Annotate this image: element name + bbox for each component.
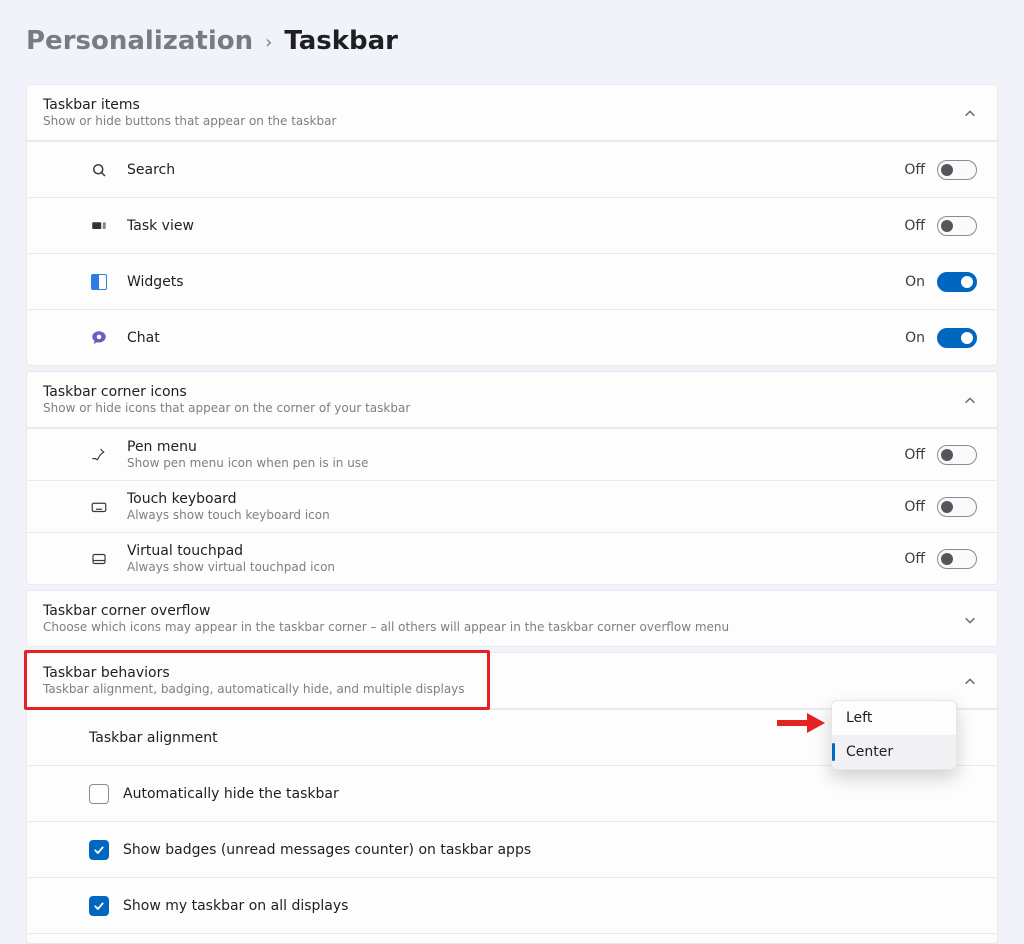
alignment-option-center[interactable]: Center [832, 735, 956, 769]
row-label: Pen menu [127, 439, 904, 455]
breadcrumb-parent[interactable]: Personalization [26, 26, 253, 56]
row-label: Chat [127, 330, 905, 346]
section-subtitle: Taskbar alignment, badging, automaticall… [43, 682, 465, 696]
chevron-up-icon[interactable] [963, 393, 977, 407]
row-label: Virtual touchpad [127, 543, 904, 559]
row-label: Automatically hide the taskbar [123, 786, 977, 802]
checkbox-auto-hide[interactable] [89, 784, 109, 804]
section-title: Taskbar corner icons [43, 384, 410, 400]
section-corner-overflow: Taskbar corner overflow Choose which ico… [26, 590, 998, 647]
row-pen-menu: Pen menu Show pen menu icon when pen is … [27, 428, 997, 480]
row-widgets: Widgets On [27, 253, 997, 309]
row-task-view: Task view Off [27, 197, 997, 253]
toggle-chat[interactable] [937, 328, 977, 348]
touchpad-icon [89, 550, 109, 568]
row-sublabel: Always show touch keyboard icon [127, 508, 904, 522]
section-title: Taskbar behaviors [43, 665, 465, 681]
row-show-badges[interactable]: Show badges (unread messages counter) on… [27, 821, 997, 877]
pen-icon [89, 446, 109, 464]
row-label: Touch keyboard [127, 491, 904, 507]
breadcrumb: Personalization › Taskbar [26, 26, 998, 56]
toggle-touch-keyboard[interactable] [937, 497, 977, 517]
toggle-state-text: On [905, 330, 925, 346]
row-label: Widgets [127, 274, 905, 290]
row-sublabel: Show pen menu icon when pen is in use [127, 456, 904, 470]
keyboard-icon [89, 498, 109, 516]
toggle-state-text: Off [904, 162, 925, 178]
checkbox-show-badges[interactable] [89, 840, 109, 860]
section-title: Taskbar corner overflow [43, 603, 729, 619]
chat-icon [89, 329, 109, 347]
row-chat: Chat On [27, 309, 997, 365]
toggle-virtual-touchpad[interactable] [937, 549, 977, 569]
section-corner-icons: Taskbar corner icons Show or hide icons … [26, 371, 998, 585]
page-title: Taskbar [284, 26, 398, 56]
toggle-pen-menu[interactable] [937, 445, 977, 465]
toggle-search[interactable] [937, 160, 977, 180]
section-subtitle: Show or hide icons that appear on the co… [43, 401, 410, 415]
chevron-down-icon[interactable] [963, 612, 977, 626]
toggle-state-text: Off [904, 447, 925, 463]
section-subtitle: Choose which icons may appear in the tas… [43, 620, 729, 634]
row-label: Show badges (unread messages counter) on… [123, 842, 977, 858]
alignment-option-left[interactable]: Left [832, 701, 956, 735]
row-label: Show my taskbar on all displays [123, 898, 977, 914]
toggle-state-text: On [905, 274, 925, 290]
row-search: Search Off [27, 141, 997, 197]
section-subtitle: Show or hide buttons that appear on the … [43, 114, 336, 128]
toggle-widgets[interactable] [937, 272, 977, 292]
toggle-state-text: Off [904, 551, 925, 567]
section-header-items[interactable]: Taskbar items Show or hide buttons that … [27, 85, 997, 141]
toggle-state-text: Off [904, 218, 925, 234]
row-virtual-touchpad: Virtual touchpad Always show virtual tou… [27, 532, 997, 584]
section-taskbar-behaviors: Taskbar behaviors Taskbar alignment, bad… [26, 652, 998, 944]
chevron-right-icon: › [265, 32, 272, 53]
toggle-state-text: Off [904, 499, 925, 515]
chevron-up-icon[interactable] [963, 674, 977, 688]
section-taskbar-items: Taskbar items Show or hide buttons that … [26, 84, 998, 366]
section-header-overflow[interactable]: Taskbar corner overflow Choose which ico… [27, 591, 997, 646]
row-auto-hide[interactable]: Automatically hide the taskbar [27, 765, 997, 821]
section-header-corner-icons[interactable]: Taskbar corner icons Show or hide icons … [27, 372, 997, 428]
row-cutoff [27, 933, 997, 943]
row-label: Search [127, 162, 904, 178]
row-sublabel: Always show virtual touchpad icon [127, 560, 904, 574]
chevron-up-icon[interactable] [963, 106, 977, 120]
row-all-displays[interactable]: Show my taskbar on all displays [27, 877, 997, 933]
row-touch-keyboard: Touch keyboard Always show touch keyboar… [27, 480, 997, 532]
row-label: Task view [127, 218, 904, 234]
widgets-icon [89, 274, 109, 290]
alignment-dropdown[interactable]: Left Center [831, 700, 957, 770]
toggle-task-view[interactable] [937, 216, 977, 236]
section-title: Taskbar items [43, 97, 336, 113]
search-icon [89, 161, 109, 179]
checkbox-all-displays[interactable] [89, 896, 109, 916]
task-view-icon [89, 217, 109, 235]
